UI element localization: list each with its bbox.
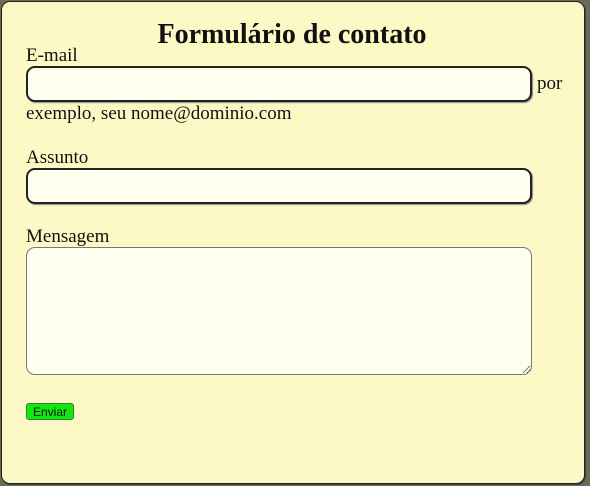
message-textarea[interactable] bbox=[26, 247, 532, 375]
submit-button[interactable]: Enviar bbox=[26, 403, 75, 420]
subject-label: Assunto bbox=[26, 147, 89, 168]
email-input[interactable] bbox=[26, 66, 532, 102]
page-title: Formulário de contato bbox=[157, 19, 427, 50]
subject-input[interactable] bbox=[26, 168, 532, 204]
email-label: E-mail bbox=[26, 45, 78, 66]
email-hint-part2: exemplo, seu nome@dominio.com bbox=[26, 103, 292, 124]
email-hint-part1: por bbox=[537, 73, 563, 94]
message-label: Mensagem bbox=[26, 226, 110, 247]
contact-form-panel: Formulário de contato E-mail por exemplo… bbox=[1, 1, 585, 484]
